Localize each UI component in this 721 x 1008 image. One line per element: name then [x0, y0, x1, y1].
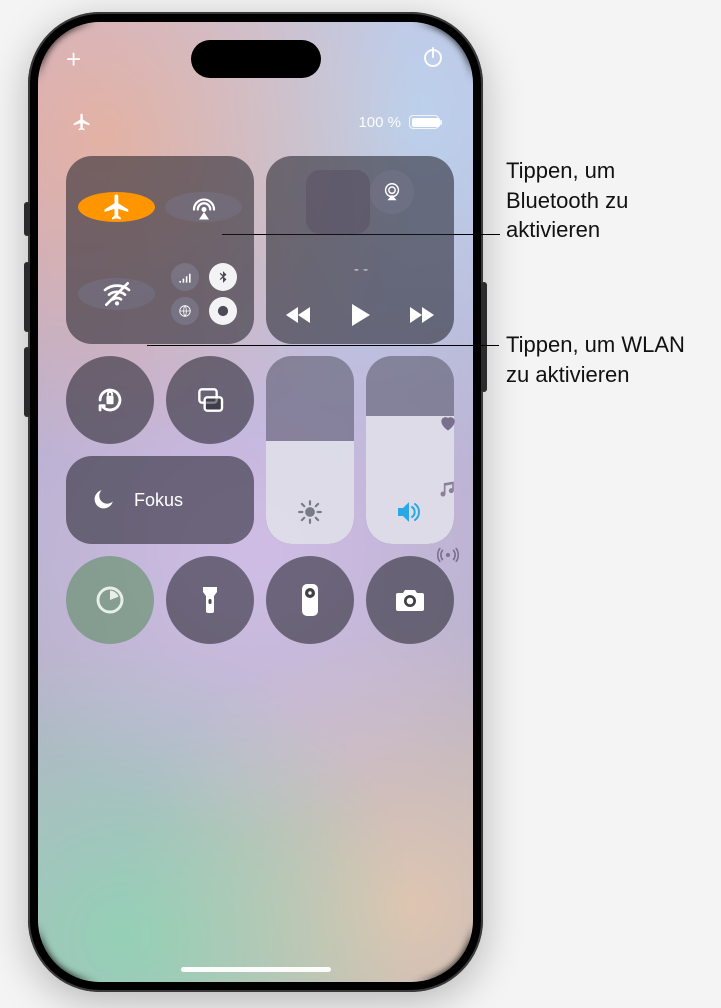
brightness-slider[interactable]: [266, 356, 354, 544]
favorites-page-icon[interactable]: [437, 412, 459, 434]
flashlight-button[interactable]: [166, 556, 254, 644]
connectivity-page-icon[interactable]: [437, 544, 459, 566]
volume-icon: [395, 499, 425, 530]
wifi-toggle[interactable]: [78, 278, 155, 310]
media-player-group[interactable]: - -: [266, 156, 454, 344]
apple-tv-remote-button[interactable]: [266, 556, 354, 644]
album-art-placeholder: [306, 170, 370, 234]
status-bar: 100 %: [38, 108, 473, 136]
media-track-title: - -: [354, 261, 368, 278]
screen-mirroring-button[interactable]: [166, 356, 254, 444]
power-button[interactable]: [421, 45, 445, 74]
volume-up-button: [24, 262, 30, 332]
airplane-status-icon: [72, 112, 92, 132]
previous-track-button[interactable]: [284, 304, 314, 326]
focus-label: Fokus: [134, 490, 183, 511]
connectivity-more[interactable]: [165, 263, 242, 325]
battery-text: 100 %: [358, 114, 401, 131]
next-track-button[interactable]: [406, 304, 436, 326]
airplane-mode-toggle[interactable]: [78, 192, 155, 222]
screen: + 100 %: [38, 22, 473, 982]
callout-wlan: Tippen, um WLAN zu aktivieren: [506, 330, 706, 389]
airdrop-toggle[interactable]: [165, 192, 242, 222]
volume-down-button: [24, 347, 30, 417]
battery-fill: [412, 118, 440, 127]
music-page-icon[interactable]: [437, 478, 459, 500]
vpn-icon: [171, 297, 199, 325]
camera-button[interactable]: [366, 556, 454, 644]
page-indicator-icons: [437, 412, 459, 566]
side-button: [481, 282, 487, 392]
bluetooth-icon: [209, 263, 237, 291]
callout-bluetooth: Tippen, um Bluetooth zu aktivieren: [506, 156, 706, 245]
orientation-lock-toggle[interactable]: [66, 356, 154, 444]
home-indicator[interactable]: [181, 967, 331, 972]
battery-icon: [409, 115, 439, 129]
dynamic-island: [191, 40, 321, 78]
do-not-disturb-icon: [84, 481, 122, 519]
brightness-icon: [297, 499, 323, 530]
focus-button[interactable]: Fokus: [66, 456, 254, 544]
cellular-icon: [171, 263, 199, 291]
timer-button[interactable]: [66, 556, 154, 644]
mute-switch: [24, 202, 30, 236]
add-control-button[interactable]: +: [66, 46, 81, 72]
phone-frame: + 100 %: [28, 12, 483, 992]
play-button[interactable]: [348, 302, 372, 328]
airplay-button[interactable]: [370, 170, 414, 214]
control-center: - -: [66, 156, 445, 644]
satellite-icon: [209, 297, 237, 325]
connectivity-group[interactable]: [66, 156, 254, 344]
